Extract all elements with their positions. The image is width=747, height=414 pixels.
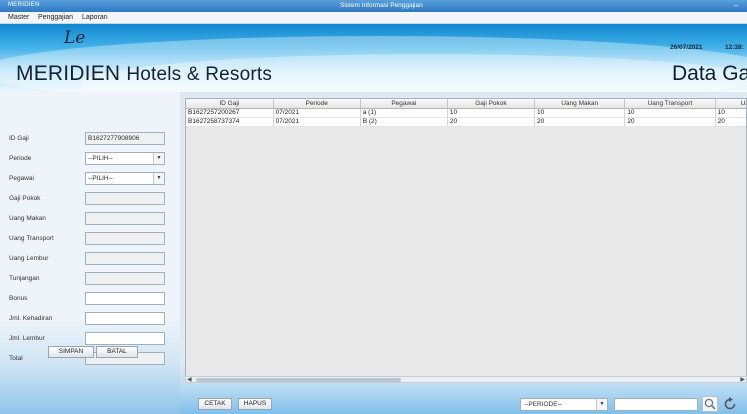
logo-script: Le	[64, 28, 86, 48]
uang-lembur-field[interactable]	[85, 252, 165, 265]
bonus-field[interactable]	[85, 292, 165, 305]
field-label: Total	[9, 355, 23, 362]
column-header-id-gaji[interactable]: ID Gaji	[186, 99, 274, 109]
jml-lembur-field[interactable]	[85, 332, 165, 345]
table-cell: 20	[534, 117, 626, 127]
form-panel: ID Gaji B1627277908906 Periode --PILIH--…	[0, 92, 180, 414]
field-label: Uang Transport	[9, 235, 54, 242]
table-cell: B1627258737374	[186, 117, 274, 127]
pegawai-select[interactable]: --PILIH-- ▼	[85, 172, 165, 185]
title-bar: MERIDIEN Sistem Informasi Penggajian –	[0, 0, 747, 12]
id-gaji-field[interactable]: B1627277908906	[85, 132, 165, 145]
table-cell: 07/2021	[273, 117, 361, 127]
chevron-down-icon[interactable]: ▼	[153, 153, 164, 164]
field-tunjangan: Tunjangan	[9, 272, 169, 285]
field-jml-lembur: Jml. Lembur	[9, 332, 169, 345]
table-cell: a (1)	[360, 108, 448, 118]
table-cell: 10	[715, 108, 746, 118]
periode-selected-value: --PILIH--	[88, 155, 113, 162]
column-header-pegawai[interactable]: Pegawai	[360, 99, 448, 109]
table-cell: 10	[624, 108, 716, 118]
column-header-uang-transport[interactable]: Uang Transport	[624, 99, 716, 109]
scroll-left-icon[interactable]: ◀	[187, 376, 192, 383]
field-jml-kehadiran: Jml. Kehadiran	[9, 312, 169, 325]
table-cell: B1627257200267	[186, 108, 274, 118]
menu-bar: Master Penggajian Laporan	[0, 12, 747, 24]
gaji-pokok-field[interactable]	[85, 192, 165, 205]
period-filter-value: --PERIODE--	[524, 401, 562, 408]
horizontal-scrollbar[interactable]: ◀ ▶	[185, 376, 747, 383]
chevron-down-icon[interactable]: ▼	[153, 173, 164, 184]
current-time: 12:38:	[725, 44, 744, 51]
table-cell: 20	[447, 117, 536, 127]
field-label: Jml. Lembur	[9, 335, 45, 342]
search-icon[interactable]	[702, 396, 718, 412]
print-button[interactable]: CETAK	[198, 398, 232, 410]
field-uang-lembur: Uang Lembur	[9, 252, 169, 265]
uang-makan-field[interactable]	[85, 212, 165, 225]
field-uang-transport: Uang Transport	[9, 232, 169, 245]
search-input[interactable]	[614, 398, 698, 411]
cancel-button[interactable]: BATAL	[96, 346, 138, 358]
field-label: Periode	[9, 155, 32, 162]
table-cell: 10	[447, 108, 536, 118]
field-id-gaji: ID Gaji B1627277908906	[9, 132, 169, 145]
periode-select[interactable]: --PILIH-- ▼	[85, 152, 165, 165]
field-label: Gaji Pokok	[9, 195, 41, 202]
scroll-right-icon[interactable]: ▶	[740, 376, 745, 383]
table-row[interactable]: B1627258737374 07/2021 B (2) 20 20 20 20	[186, 117, 746, 127]
chevron-down-icon[interactable]: ▼	[596, 399, 607, 410]
column-header-gaji-pokok[interactable]: Gaji Pokok	[447, 99, 536, 109]
table-cell: B (2)	[360, 117, 448, 127]
table-cell: 10	[534, 108, 626, 118]
pegawai-selected-value: --PILIH--	[88, 175, 113, 182]
table-cell: 07/2021	[273, 108, 361, 118]
field-label: Uang Lembur	[9, 255, 49, 262]
column-header-uang-lembur[interactable]: Uang Lembur	[715, 99, 746, 109]
table-header-row: ID Gaji Periode Pegawai Gaji Pokok Uang …	[186, 99, 746, 109]
table-cell: 20	[624, 117, 716, 127]
menu-penggajian[interactable]: Penggajian	[38, 14, 73, 21]
field-label: Pegawai	[9, 175, 34, 182]
scrollbar-thumb[interactable]	[196, 378, 401, 382]
delete-button[interactable]: HAPUS	[238, 398, 272, 410]
page-title: Data Gaji	[672, 62, 747, 85]
save-button[interactable]: SIMPAN	[48, 346, 94, 358]
field-uang-makan: Uang Makan	[9, 212, 169, 225]
menu-laporan[interactable]: Laporan	[82, 14, 108, 21]
brand-logo: MERIDIEN Hotels & Resorts	[16, 62, 272, 86]
field-gaji-pokok: Gaji Pokok	[9, 192, 169, 205]
jml-kehadiran-field[interactable]	[85, 312, 165, 325]
field-label: Jml. Kehadiran	[9, 315, 53, 322]
minimize-button[interactable]: –	[731, 1, 741, 11]
table-cell: 20	[715, 117, 746, 127]
window-title: Sistem Informasi Penggajian	[340, 2, 423, 9]
field-pegawai: Pegawai --PILIH-- ▼	[9, 172, 169, 185]
field-label: ID Gaji	[9, 135, 29, 142]
period-filter-select[interactable]: --PERIODE-- ▼	[520, 398, 608, 411]
field-label: Tunjangan	[9, 275, 40, 282]
field-bonus: Bonus	[9, 292, 169, 305]
column-header-periode[interactable]: Periode	[273, 99, 361, 109]
main-panel: ID Gaji Periode Pegawai Gaji Pokok Uang …	[180, 92, 747, 414]
header-banner: Le MERIDIEN Hotels & Resorts 26/07/2021 …	[0, 24, 747, 92]
field-periode: Periode --PILIH-- ▼	[9, 152, 169, 165]
uang-transport-field[interactable]	[85, 232, 165, 245]
salary-table: ID Gaji Periode Pegawai Gaji Pokok Uang …	[185, 98, 747, 380]
app-name: MERIDIEN	[8, 2, 40, 8]
field-label: Uang Makan	[9, 215, 46, 222]
tunjangan-field[interactable]	[85, 272, 165, 285]
current-date: 26/07/2021	[670, 44, 703, 51]
column-header-uang-makan[interactable]: Uang Makan	[534, 99, 626, 109]
refresh-icon[interactable]	[722, 396, 738, 412]
menu-master[interactable]: Master	[8, 14, 29, 21]
brand-name: MERIDIEN	[16, 62, 121, 85]
brand-subtitle: Hotels & Resorts	[126, 64, 273, 85]
field-label: Bonus	[9, 295, 28, 302]
table-row[interactable]: B1627257200267 07/2021 a (1) 10 10 10 10	[186, 108, 746, 118]
